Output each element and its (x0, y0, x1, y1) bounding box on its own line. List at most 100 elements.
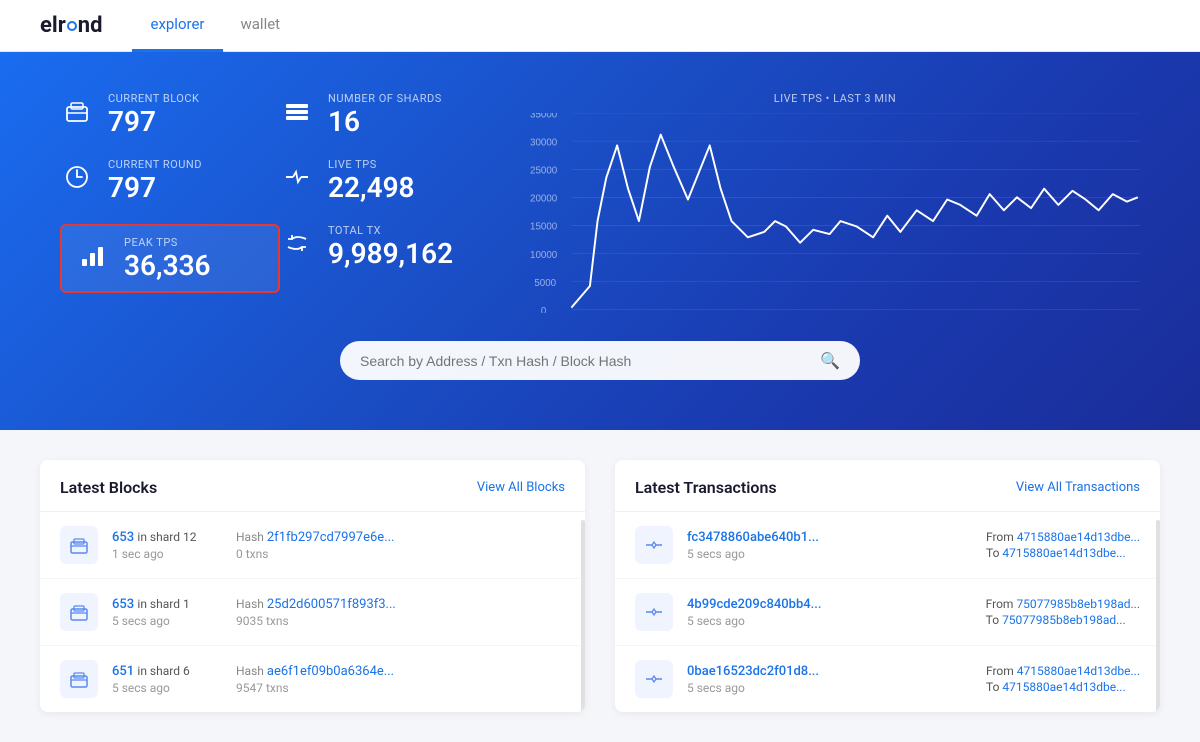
header: elrnd explorer wallet (0, 0, 1200, 52)
tx-time: 5 secs ago (687, 614, 972, 628)
tx-item-main: 4b99cde209c840bb4... 5 secs ago (687, 597, 972, 628)
search-input[interactable] (360, 353, 810, 369)
nav-tabs: explorer wallet (132, 0, 298, 52)
tx-to: To 4715880ae14d13dbe... (986, 680, 1140, 694)
block-number-link[interactable]: 651 in shard 6 (112, 664, 222, 679)
tx-list-item: 4b99cde209c840bb4... 5 secs ago From 750… (615, 579, 1160, 646)
block-hash-link[interactable]: Hash 2f1fb297cd7997e6e... (236, 530, 394, 545)
tx-to: To 4715880ae14d13dbe... (986, 546, 1140, 560)
tx-from: From 75077985b8eb198ad... (986, 597, 1140, 611)
hero-section: CURRENT BLOCK 797 CURRENT ROUND 797 (0, 52, 1200, 430)
live-tps-label: LIVE TPS (328, 158, 415, 171)
block-item-main: 653 in shard 1 5 secs ago (112, 597, 222, 628)
svg-text:25000: 25000 (530, 166, 558, 177)
chart-area: 35000 30000 25000 20000 15000 10000 5000… (530, 113, 1140, 313)
svg-text:5000: 5000 (534, 278, 556, 289)
block-item-main: 651 in shard 6 5 secs ago (112, 664, 222, 695)
block-item-details: Hash 2f1fb297cd7997e6e... 0 txns (236, 530, 394, 561)
block-list-item: 653 in shard 1 5 secs ago Hash 25d2d6005… (40, 579, 585, 646)
live-tps-value: 22,498 (328, 173, 415, 204)
peak-tps-label: PEAK TPS (124, 236, 211, 249)
tx-from-to: From 4715880ae14d13dbe... To 4715880ae14… (986, 530, 1140, 560)
live-tps-stat: LIVE TPS 22,498 (280, 158, 500, 204)
tx-hash-link[interactable]: 4b99cde209c840bb4... (687, 597, 972, 612)
blocks-panel-title: Latest Blocks (60, 478, 157, 497)
search-box: 🔍 (340, 341, 860, 380)
num-shards-stat: NUMBER OF SHARDS 16 (280, 92, 500, 138)
tx-hash-link[interactable]: fc3478860abe640b1... (687, 530, 972, 545)
current-round-value: 797 (108, 173, 202, 204)
block-time: 5 secs ago (112, 614, 222, 628)
total-tx-icon (280, 226, 314, 260)
block-item-icon (60, 660, 98, 698)
tx-item-icon (635, 593, 673, 631)
tx-from-to: From 75077985b8eb198ad... To 75077985b8e… (986, 597, 1140, 627)
chart-container: LIVE TPS • LAST 3 MIN 35000 30000 25000 (500, 92, 1140, 313)
block-txns: 9547 txns (236, 681, 394, 695)
txns-panel-title: Latest Transactions (635, 478, 777, 497)
stats-middle: NUMBER OF SHARDS 16 LIVE TPS 22,498 (280, 92, 500, 269)
tx-item-icon (635, 660, 673, 698)
current-block-label: CURRENT BLOCK (108, 92, 199, 105)
total-tx-value: 9,989,162 (328, 239, 453, 270)
block-number-link[interactable]: 653 in shard 12 (112, 530, 222, 545)
chart-title: LIVE TPS • LAST 3 MIN (530, 92, 1140, 105)
block-list-item: 653 in shard 12 1 sec ago Hash 2f1fb297c… (40, 512, 585, 579)
svg-text:35000: 35000 (530, 113, 558, 120)
block-item-details: Hash ae6f1ef09b0a6364e... 9547 txns (236, 664, 394, 695)
blocks-list: 653 in shard 12 1 sec ago Hash 2f1fb297c… (40, 512, 585, 712)
search-container: 🔍 (60, 341, 1140, 380)
tx-list-item: 0bae16523dc2f01d8... 5 secs ago From 471… (615, 646, 1160, 712)
block-item-details: Hash 25d2d600571f893f3... 9035 txns (236, 597, 396, 628)
tx-to: To 75077985b8eb198ad... (986, 613, 1140, 627)
nav-tab-wallet[interactable]: wallet (223, 0, 299, 52)
block-time: 5 secs ago (112, 681, 222, 695)
latest-transactions-panel: Latest Transactions View All Transaction… (615, 460, 1160, 712)
current-round-stat: CURRENT ROUND 797 (60, 158, 280, 204)
block-hash-link[interactable]: Hash 25d2d600571f893f3... (236, 597, 396, 612)
stats-left: CURRENT BLOCK 797 CURRENT ROUND 797 (60, 92, 280, 293)
block-item-main: 653 in shard 12 1 sec ago (112, 530, 222, 561)
peak-tps-icon (76, 238, 110, 272)
view-all-blocks-link[interactable]: View All Blocks (477, 480, 565, 495)
block-hash-link[interactable]: Hash ae6f1ef09b0a6364e... (236, 664, 394, 679)
peak-tps-stat: PEAK TPS 36,336 (60, 224, 280, 294)
main-content: Latest Blocks View All Blocks 653 in sha… (0, 430, 1200, 742)
peak-tps-info: PEAK TPS 36,336 (124, 236, 211, 282)
total-tx-label: TOTAL TX (328, 224, 453, 237)
txns-list: fc3478860abe640b1... 5 secs ago From 471… (615, 512, 1160, 712)
block-txns: 0 txns (236, 547, 394, 561)
live-tps-icon (280, 160, 314, 194)
latest-blocks-panel: Latest Blocks View All Blocks 653 in sha… (40, 460, 585, 712)
tx-item-main: fc3478860abe640b1... 5 secs ago (687, 530, 972, 561)
total-tx-stat: TOTAL TX 9,989,162 (280, 224, 500, 270)
svg-text:10000: 10000 (530, 250, 558, 261)
tx-hash-link[interactable]: 0bae16523dc2f01d8... (687, 664, 972, 679)
logo: elrnd (40, 13, 102, 38)
block-time: 1 sec ago (112, 547, 222, 561)
svg-text:20000: 20000 (530, 194, 558, 205)
current-block-value: 797 (108, 107, 199, 138)
block-list-item: 651 in shard 6 5 secs ago Hash ae6f1ef09… (40, 646, 585, 712)
logo-circle (67, 21, 77, 31)
block-txns: 9035 txns (236, 614, 396, 628)
txns-panel-header: Latest Transactions View All Transaction… (615, 460, 1160, 512)
peak-tps-value: 36,336 (124, 251, 211, 282)
num-shards-info: NUMBER OF SHARDS 16 (328, 92, 442, 138)
tx-time: 5 secs ago (687, 547, 972, 561)
num-shards-label: NUMBER OF SHARDS (328, 92, 442, 105)
block-item-icon (60, 526, 98, 564)
view-all-txns-link[interactable]: View All Transactions (1016, 480, 1140, 495)
tx-from: From 4715880ae14d13dbe... (986, 664, 1140, 678)
nav-tab-explorer[interactable]: explorer (132, 0, 222, 52)
round-icon (60, 160, 94, 194)
tx-from: From 4715880ae14d13dbe... (986, 530, 1140, 544)
shards-icon (280, 94, 314, 128)
current-block-info: CURRENT BLOCK 797 (108, 92, 199, 138)
block-icon (60, 94, 94, 128)
block-number-link[interactable]: 653 in shard 1 (112, 597, 222, 612)
block-item-icon (60, 593, 98, 631)
tx-list-item: fc3478860abe640b1... 5 secs ago From 471… (615, 512, 1160, 579)
tx-time: 5 secs ago (687, 681, 972, 695)
svg-text:30000: 30000 (530, 137, 558, 148)
